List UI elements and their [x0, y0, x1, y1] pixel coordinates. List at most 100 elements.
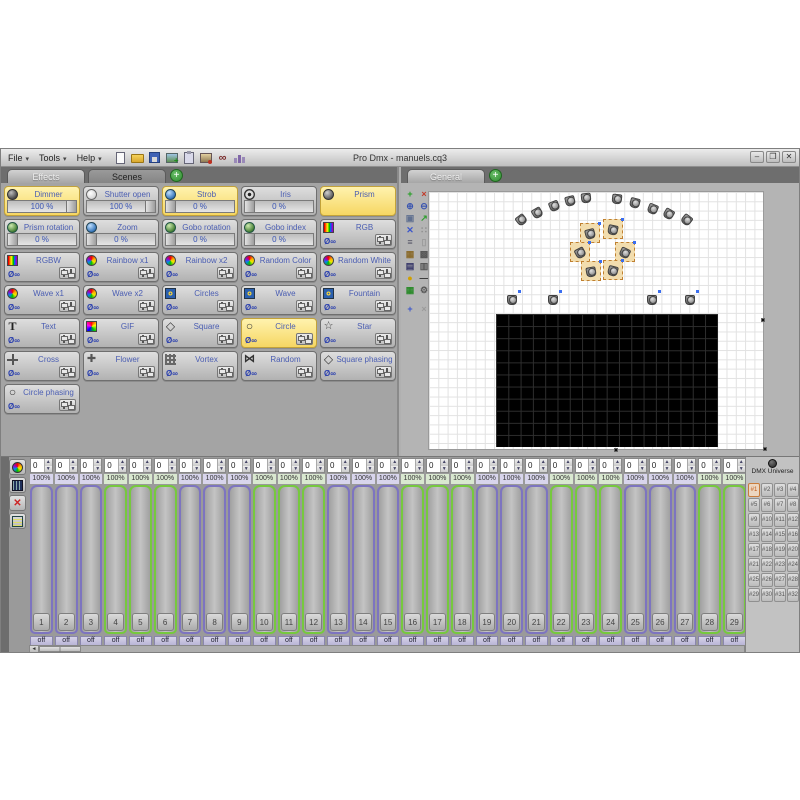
- channel-value-input[interactable]: 0 ▲ ▼: [673, 458, 697, 473]
- patch-cell-5[interactable]: #5: [748, 498, 760, 512]
- color-wheel-button[interactable]: [9, 459, 26, 475]
- restore-button[interactable]: ❐: [766, 151, 780, 163]
- fader-thumb[interactable]: 28: [701, 613, 718, 631]
- channel-value-input[interactable]: 0 ▲ ▼: [723, 458, 746, 473]
- spinner-buttons[interactable]: ▲ ▼: [489, 459, 498, 472]
- patch-cell-32[interactable]: #32: [787, 588, 799, 602]
- open-folder-button[interactable]: [130, 151, 146, 165]
- effect-rgb[interactable]: RGB Ø∞: [320, 219, 396, 249]
- channel-fader[interactable]: 22: [549, 485, 573, 634]
- patch-cell-26[interactable]: #26: [761, 573, 773, 587]
- patch-cell-3[interactable]: #3: [774, 483, 786, 497]
- channel-fader[interactable]: 29: [723, 485, 746, 634]
- effect-circle-phasing[interactable]: Circle phasing Ø∞: [4, 384, 80, 414]
- patch-cell-20[interactable]: #20: [787, 543, 799, 557]
- spinner-buttons[interactable]: ▲ ▼: [687, 459, 696, 472]
- paste-button[interactable]: [181, 150, 197, 165]
- channel-value-input[interactable]: 0 ▲ ▼: [450, 458, 474, 473]
- speed-faders-button[interactable]: [217, 267, 234, 279]
- channel-fader[interactable]: 13: [327, 485, 350, 634]
- effect-iris[interactable]: Iris 0 %: [241, 186, 317, 216]
- fader-thumb[interactable]: 25: [627, 613, 644, 631]
- delete-red-button[interactable]: ✕: [9, 495, 26, 511]
- fixture[interactable]: [628, 195, 642, 209]
- lock-icon[interactable]: ●: [404, 273, 416, 284]
- channel-value-input[interactable]: 0 ▲ ▼: [104, 458, 127, 473]
- fader-thumb[interactable]: 29: [726, 613, 743, 631]
- effect-level-slider[interactable]: 0 %: [165, 200, 235, 213]
- patch-cell-29[interactable]: #29: [748, 588, 760, 602]
- search-button[interactable]: ∞: [215, 151, 231, 165]
- scroll-left-button[interactable]: ◄: [30, 646, 39, 652]
- fader-thumb[interactable]: 6: [156, 613, 174, 631]
- patch-cell-24[interactable]: #24: [787, 558, 799, 572]
- effect-random-white[interactable]: Random White Ø∞: [320, 252, 396, 282]
- channel-fader[interactable]: 1: [30, 485, 53, 634]
- fader-thumb[interactable]: 19: [478, 613, 496, 631]
- speed-faders-button[interactable]: [138, 300, 155, 312]
- fader-thumb[interactable]: 5: [132, 613, 149, 631]
- speed-faders-button[interactable]: [138, 333, 155, 345]
- effect-gobo-rotation[interactable]: Gobo rotation 0 %: [162, 219, 238, 249]
- speed-faders-button[interactable]: [59, 333, 76, 345]
- spinner-buttons[interactable]: ▲ ▼: [340, 459, 349, 472]
- patch-cell-13[interactable]: #13: [748, 528, 760, 542]
- horizontal-scrollbar[interactable]: ◄ ||: [29, 645, 745, 652]
- speed-faders-button[interactable]: [296, 366, 313, 378]
- channel-fader[interactable]: 24: [599, 485, 622, 634]
- spinner-buttons[interactable]: ▲ ▼: [316, 459, 324, 472]
- channel-fader[interactable]: 14: [351, 485, 375, 634]
- patch-cell-9[interactable]: #9: [748, 513, 760, 527]
- speed-faders-button[interactable]: [59, 399, 76, 411]
- patch-cell-17[interactable]: #17: [748, 543, 760, 557]
- fader-thumb[interactable]: 10: [255, 613, 273, 631]
- fixture[interactable]: [610, 191, 624, 205]
- channel-value-input[interactable]: 0 ▲ ▼: [252, 458, 276, 473]
- patch-cell-15[interactable]: #15: [774, 528, 786, 542]
- effect-gobo-index[interactable]: Gobo index 0 %: [241, 219, 317, 249]
- close-button[interactable]: ✕: [782, 151, 796, 163]
- channel-value-input[interactable]: 0 ▲ ▼: [54, 458, 78, 473]
- spinner-buttons[interactable]: ▲ ▼: [637, 459, 646, 472]
- fader-thumb[interactable]: 24: [602, 613, 619, 631]
- fixture[interactable]: [570, 241, 591, 262]
- fixture[interactable]: [615, 241, 636, 262]
- effect-rainbow-x2[interactable]: Rainbow x2 Ø∞: [162, 252, 238, 282]
- fader-thumb[interactable]: 17: [429, 613, 446, 631]
- resize-handle[interactable]: [614, 448, 618, 452]
- align-icon[interactable]: ▤: [404, 261, 416, 272]
- channel-fader[interactable]: 10: [252, 485, 276, 634]
- new-file-button[interactable]: [113, 151, 129, 165]
- fixture[interactable]: [530, 205, 544, 219]
- patch-cell-25[interactable]: #25: [748, 573, 760, 587]
- fader-thumb[interactable]: 21: [528, 613, 545, 631]
- resize-handle[interactable]: [761, 318, 765, 322]
- patch-cell-27[interactable]: #27: [774, 573, 786, 587]
- speed-faders-button[interactable]: [217, 366, 234, 378]
- speed-faders-button[interactable]: [296, 333, 313, 345]
- speed-faders-button[interactable]: [138, 366, 155, 378]
- fader-thumb[interactable]: 12: [305, 613, 322, 631]
- effect-dimmer[interactable]: Dimmer 100 %: [4, 186, 80, 216]
- spinner-buttons[interactable]: ▲ ▼: [217, 459, 225, 472]
- menu-file[interactable]: File: [5, 152, 32, 164]
- patch-cell-2[interactable]: #2: [761, 483, 773, 497]
- channel-fader[interactable]: 6: [153, 485, 177, 634]
- tab-scenes[interactable]: Scenes: [88, 169, 166, 183]
- channel-fader[interactable]: 17: [426, 485, 449, 634]
- fixture[interactable]: [579, 190, 593, 204]
- fader-thumb[interactable]: 2: [57, 613, 75, 631]
- speed-faders-button[interactable]: [375, 300, 392, 312]
- channel-value-input[interactable]: 0 ▲ ▼: [574, 458, 598, 473]
- effect-level-slider[interactable]: 100 %: [86, 200, 156, 213]
- speed-faders-button[interactable]: [375, 234, 392, 246]
- spinner-buttons[interactable]: ▲ ▼: [142, 459, 151, 472]
- cut-icon[interactable]: ✕: [404, 225, 416, 236]
- fixture[interactable]: [683, 290, 699, 306]
- channel-fader[interactable]: 3: [79, 485, 103, 634]
- effect-gif[interactable]: GIF Ø∞: [83, 318, 159, 348]
- channel-fader[interactable]: 28: [698, 485, 721, 634]
- effect-fountain[interactable]: Fountain Ø∞: [320, 285, 396, 315]
- fader-thumb[interactable]: 23: [577, 613, 595, 631]
- effect-wave-x2[interactable]: Wave x2 Ø∞: [83, 285, 159, 315]
